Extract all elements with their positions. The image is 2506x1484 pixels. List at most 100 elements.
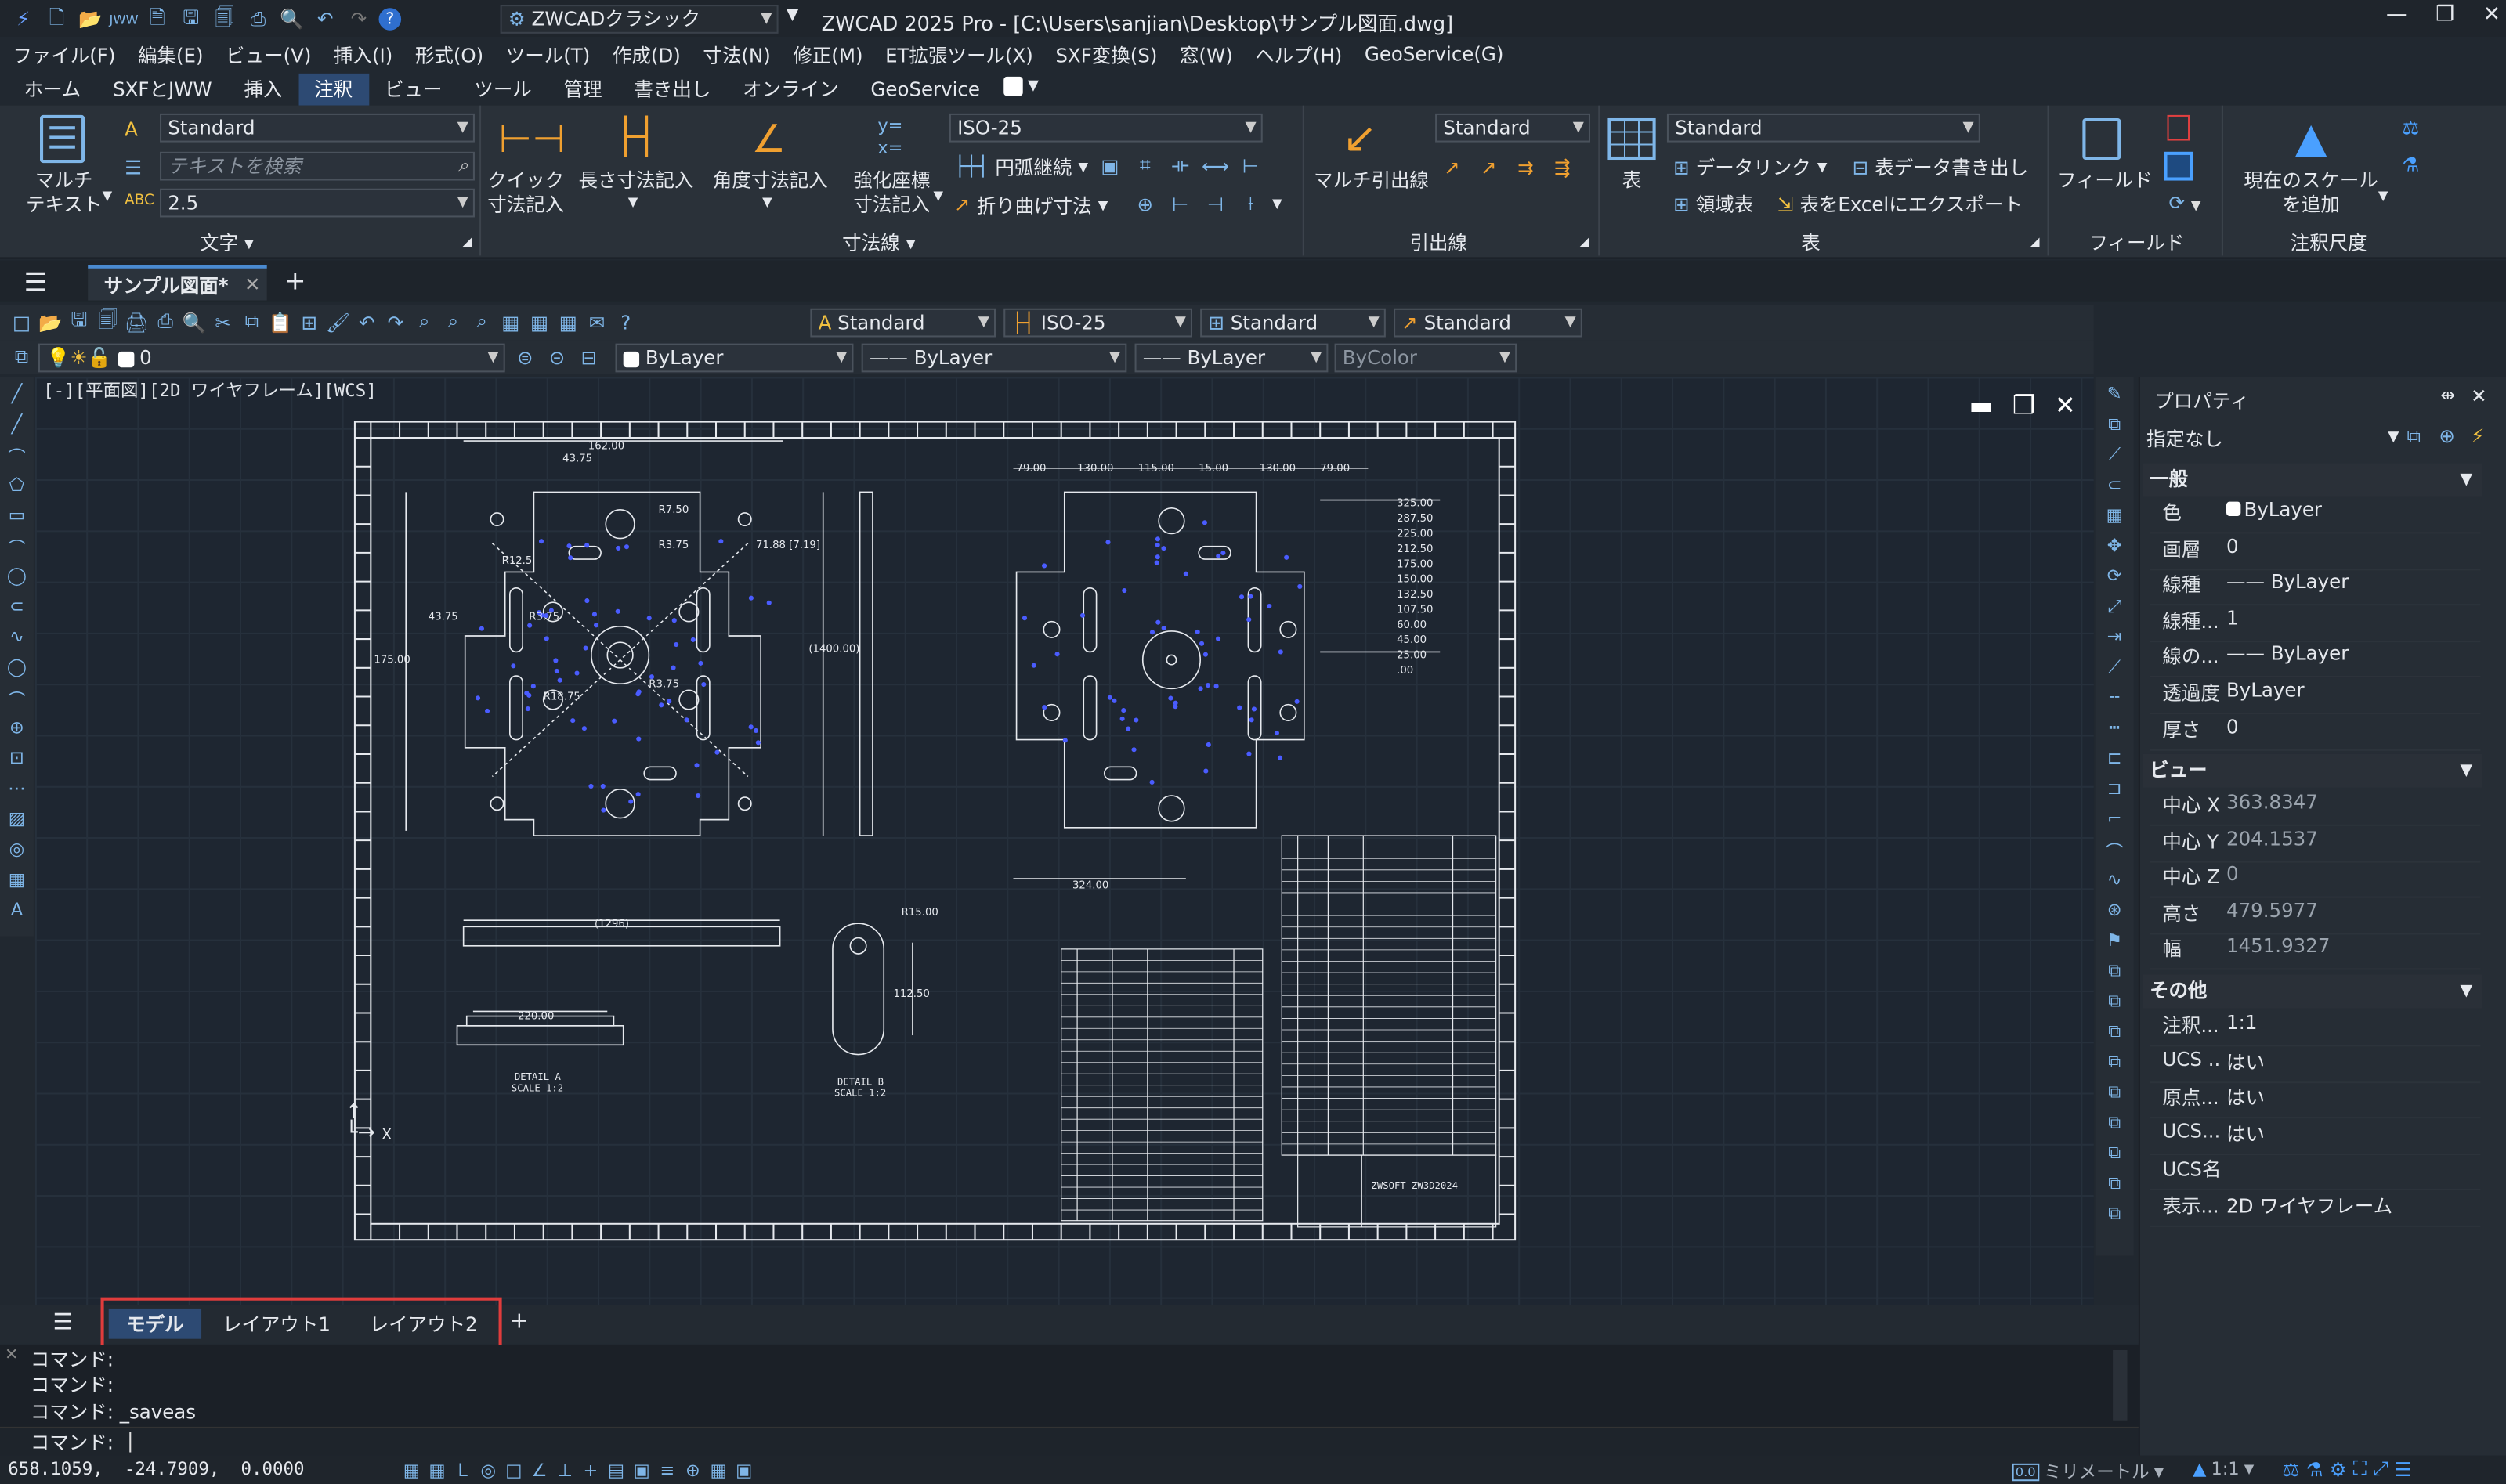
coordinates-readout[interactable]: 658.1059, -24.7909, 0.0000 xyxy=(8,1459,304,1480)
view-prop-row-4[interactable]: 幅 1451.9327 xyxy=(2150,935,2481,971)
draw-insert-block-icon[interactable]: ⊕ xyxy=(0,717,34,738)
draw-spline-icon[interactable]: ∿ xyxy=(0,626,34,648)
draw-line-icon[interactable]: ╱ xyxy=(0,384,34,405)
dim-group-label[interactable]: 寸法線 ▾ xyxy=(842,229,916,258)
angular-dim-button[interactable]: 角度寸法記入 xyxy=(708,169,833,193)
dim-tool-e-icon[interactable]: ⊢ xyxy=(1237,152,1264,179)
text-group-label[interactable]: 文字 ▾ xyxy=(200,229,254,258)
command-input[interactable] xyxy=(0,1426,2139,1456)
scale-tool-a-icon[interactable]: ⚖ xyxy=(2402,117,2419,139)
field-refresh-icon[interactable]: ⟳ ▼ xyxy=(2169,192,2201,215)
otrack-toggle-icon[interactable]: ∠ xyxy=(527,1459,551,1483)
lock-ui-icon[interactable]: ⛶ xyxy=(2353,1457,2367,1482)
ribbon-tab-5[interactable]: ツール xyxy=(458,74,548,106)
ribbon-tab-0[interactable]: ホーム xyxy=(8,74,97,106)
center-mark-icon[interactable]: ⊕ xyxy=(1131,190,1159,218)
field-button[interactable]: フィールド xyxy=(2056,169,2154,193)
ortho-toggle-icon[interactable]: L xyxy=(450,1459,475,1483)
draw-ellipse-icon[interactable]: ◯ xyxy=(0,657,34,678)
new-icon[interactable]: □ xyxy=(8,309,35,336)
multiline-text-button[interactable]: マルチ テキスト xyxy=(16,169,111,217)
open-folder-icon[interactable]: 📂 xyxy=(77,5,104,33)
polar-toggle-icon[interactable]: ◎ xyxy=(476,1459,501,1483)
modify-layer-i-icon[interactable]: ⧉ xyxy=(2100,1203,2129,1226)
zoom-window-icon[interactable]: ⌕ xyxy=(439,309,467,336)
general-prop-row-4[interactable]: 線の... —— ByLayer xyxy=(2150,643,2481,678)
modify-fillet-icon[interactable]: ⌒ xyxy=(2100,839,2129,865)
layer-manager-icon[interactable]: ⧉ xyxy=(8,344,35,371)
enhanced-ordinate-icon[interactable]: y= x= xyxy=(866,115,914,163)
multiline-dropdown-icon[interactable]: ▼ xyxy=(103,189,113,203)
modify-copy-icon[interactable]: ⧉ xyxy=(2100,413,2129,436)
draw-revcloud-icon[interactable]: ⊂ xyxy=(0,596,34,617)
dim-style-select[interactable]: ISO-25 ▼ xyxy=(949,113,1263,143)
modify-trim-icon[interactable]: ⟋ xyxy=(2100,657,2129,680)
ribbon-tab-8[interactable]: オンライン xyxy=(727,74,855,106)
viewport-close-icon[interactable]: ✕ xyxy=(2055,390,2076,421)
other-prop-row-2[interactable]: 原点... はい xyxy=(2150,1084,2481,1119)
view-section-header[interactable]: ビュー ▼ xyxy=(2143,753,2482,788)
modify-blend-icon[interactable]: ∿ xyxy=(2100,869,2129,890)
auto-scale-icon[interactable]: ⚗ xyxy=(2306,1458,2323,1481)
table-panel-launcher-icon[interactable]: ◢ xyxy=(2030,235,2040,249)
add-leader-icon[interactable]: ↗ xyxy=(1438,153,1466,181)
print-preview-icon[interactable]: 🔍 xyxy=(278,5,306,33)
markup-icon[interactable]: ✉ xyxy=(584,309,611,336)
ribbon-tab-4[interactable]: ビュー xyxy=(369,74,458,106)
ribbon-toggle[interactable]: ▼ xyxy=(1003,76,1039,96)
other-prop-row-5[interactable]: 表示... 2D ワイヤフレーム xyxy=(2150,1192,2481,1227)
general-section-header[interactable]: 一般 ▼ xyxy=(2143,463,2482,497)
help-icon[interactable]: ? xyxy=(612,309,639,336)
menu-item-13[interactable]: GeoService(G) xyxy=(1365,43,1504,66)
add-scale-button[interactable]: 現在のスケール を追加 xyxy=(2234,169,2388,217)
selection-select[interactable]: 指定なし ▼ xyxy=(2143,422,2399,454)
copy-file-icon[interactable]: 🗐 xyxy=(211,5,238,33)
print-icon[interactable]: 🖨 xyxy=(123,309,150,336)
modify-chamfer-icon[interactable]: ⌐ xyxy=(2100,808,2129,829)
undo-icon[interactable]: ↶ xyxy=(312,5,339,33)
quick-dim-button[interactable]: クイック 寸法記入 xyxy=(476,169,575,217)
menu-item-3[interactable]: 挿入(I) xyxy=(334,41,392,68)
dim-tool-h-icon[interactable]: ⟊ xyxy=(1237,190,1264,218)
general-prop-row-1[interactable]: 画層 0 xyxy=(2150,535,2481,570)
angular-dim-icon[interactable]: ∠ xyxy=(745,115,793,163)
menu-item-0[interactable]: ファイル(F) xyxy=(13,41,115,68)
text-style-select[interactable]: Standard ▼ xyxy=(160,113,475,143)
align-leader-icon[interactable]: ⇉ xyxy=(1512,153,1539,181)
grid-toggle-icon[interactable]: ▦ xyxy=(400,1459,424,1483)
arc-continue-button[interactable]: ├┼┤ 円弧継続 ▼ xyxy=(954,152,1088,181)
add-layout-icon[interactable]: + xyxy=(510,1309,529,1334)
sel-cycle-toggle-icon[interactable]: ⊕ xyxy=(681,1459,705,1483)
zoom-previous-icon[interactable]: ⌕ xyxy=(468,309,496,336)
dim-tool-c-icon[interactable]: ⟛ xyxy=(1166,152,1194,179)
plot-icon[interactable]: ⎙ xyxy=(152,309,179,336)
modify-move-icon[interactable]: ✥ xyxy=(2100,535,2129,556)
layout-menu-icon[interactable]: ☰ xyxy=(52,1310,73,1336)
dim-tool-f-icon[interactable]: ⊢ xyxy=(1166,190,1194,218)
open-icon[interactable]: 📂 xyxy=(37,309,64,336)
modify-array-icon[interactable]: ▦ xyxy=(2100,505,2129,526)
new-file-icon[interactable]: 🗋 xyxy=(43,5,71,33)
view-prop-row-3[interactable]: 高さ 479.5977 xyxy=(2150,899,2481,935)
am-toggle-icon[interactable]: ▦ xyxy=(707,1459,731,1483)
color-select[interactable]: ByLayer ▼ xyxy=(615,343,854,373)
menu-item-11[interactable]: 窓(W) xyxy=(1180,41,1233,68)
redo-icon[interactable]: ↷ xyxy=(345,5,373,33)
modify-draworder-icon[interactable]: ⚑ xyxy=(2100,930,2129,951)
remove-leader-icon[interactable]: ↗ xyxy=(1475,153,1503,181)
ribbon-min-icon[interactable] xyxy=(1003,76,1023,96)
document-tab[interactable]: サンプル図面* ✕ xyxy=(88,265,267,301)
palette-close-icon[interactable]: ✕ xyxy=(2471,385,2487,408)
table-button[interactable]: 表 xyxy=(1607,169,1655,193)
annotation-visibility-icon[interactable]: ⚖ xyxy=(2282,1458,2299,1481)
properties-icon[interactable]: ▦ xyxy=(497,309,525,336)
dyn-toggle-icon[interactable]: + xyxy=(579,1459,603,1483)
dim-tool-b-icon[interactable]: ⌗ xyxy=(1131,152,1159,179)
draw-polygon-icon[interactable]: ⬠ xyxy=(0,475,34,496)
leader-panel-launcher-icon[interactable]: ◢ xyxy=(1579,235,1589,249)
toolbar-text-style-select[interactable]: A Standard ▼ xyxy=(810,308,996,338)
other-prop-row-3[interactable]: UCS... はい xyxy=(2150,1120,2481,1155)
modify-join-icon[interactable]: ⊐ xyxy=(2100,778,2129,800)
toolbar-table-style-select[interactable]: ⊞ Standard ▼ xyxy=(1200,308,1386,338)
ribbon-tab-1[interactable]: SXFとJWW xyxy=(97,74,228,106)
